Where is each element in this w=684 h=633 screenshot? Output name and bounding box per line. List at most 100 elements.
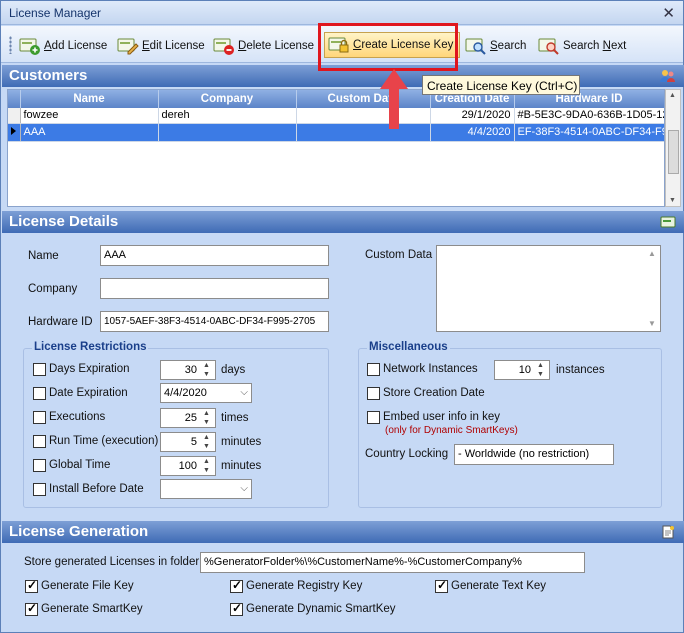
scroll-thumb[interactable]	[668, 130, 679, 174]
store-creation-date-checkbox[interactable]	[367, 387, 380, 400]
delete-license-icon	[213, 37, 235, 55]
chevron-up-icon[interactable]: ▲	[648, 249, 656, 258]
highlight-box	[318, 23, 458, 71]
spinner-arrows-icon[interactable]: ▲ ▼	[533, 361, 548, 379]
table-row-selected[interactable]: AAA 4/4/2020 EF-38F3-4514-0ABC-DF34-F9	[8, 123, 664, 142]
network-instances-spinner[interactable]: 10 ▲ ▼	[494, 360, 550, 380]
details-icon	[660, 215, 676, 229]
chevron-down-icon[interactable]: ⌵	[240, 387, 248, 398]
folder-input[interactable]: %GeneratorFolder%\%CustomerName%-%Custom…	[200, 552, 585, 573]
scroll-down-icon[interactable]: ▼	[669, 197, 676, 204]
instances-unit-label: instances	[556, 364, 605, 376]
name-label: Name	[28, 250, 59, 262]
customers-scrollbar[interactable]: ▲ ▼	[665, 89, 681, 207]
custom-data-label: Custom Data	[365, 249, 433, 261]
country-locking-field[interactable]: - Worldwide (no restriction)	[454, 444, 614, 465]
spinner-arrows-icon[interactable]: ▲ ▼	[199, 433, 214, 451]
column-header-company[interactable]: Company	[158, 90, 297, 108]
delete-license-button[interactable]: Delete License	[213, 35, 314, 57]
hardware-id-input[interactable]: 1057-5AEF-38F3-4514-0ABC-DF34-F995-2705	[100, 311, 329, 332]
run-time-spinner[interactable]: 5 ▲ ▼	[160, 432, 216, 452]
folder-label: Store generated Licenses in folder:	[24, 556, 203, 568]
embed-user-info-label: Embed user info in key	[383, 411, 500, 423]
generate-text-key-label: Generate Text Key	[451, 580, 547, 592]
license-restrictions-title: License Restrictions	[32, 341, 149, 353]
search-next-button[interactable]: Search Next	[538, 35, 626, 57]
executions-label: Executions	[49, 411, 106, 423]
embed-user-info-note: (only for Dynamic SmartKeys)	[385, 425, 518, 436]
generate-file-key-label: Generate File Key	[41, 580, 134, 592]
license-generation-header: License Generation	[2, 521, 684, 543]
document-icon	[660, 525, 676, 539]
global-time-label: Global Time	[49, 459, 111, 471]
generate-smartkey-label: Generate SmartKey	[41, 603, 143, 615]
license-details-header: License Details	[2, 211, 684, 233]
embed-user-info-checkbox[interactable]	[367, 411, 380, 424]
title-bar: License Manager ✕	[1, 1, 683, 25]
generate-registry-key-label: Generate Registry Key	[246, 580, 363, 592]
global-time-spinner[interactable]: 100 ▲ ▼	[160, 456, 216, 476]
table-row[interactable]: fowzee dereh 29/1/2020 #B-5E3C-9DA0-636B…	[8, 108, 664, 124]
run-time-label: Run Time (execution)	[49, 435, 159, 447]
scroll-up-icon[interactable]: ▲	[669, 92, 676, 99]
global-time-checkbox[interactable]	[33, 459, 46, 472]
days-expiration-spinner[interactable]: 30 ▲ ▼	[160, 360, 216, 380]
column-header-name[interactable]: Name	[20, 90, 159, 108]
days-expiration-label: Days Expiration	[49, 363, 130, 375]
generate-dynamic-smartkey-checkbox[interactable]	[230, 601, 243, 616]
toolbar-grip[interactable]	[9, 36, 12, 54]
executions-checkbox[interactable]	[33, 411, 46, 424]
store-creation-date-label: Store Creation Date	[383, 387, 485, 399]
users-icon	[660, 69, 676, 83]
edit-license-button[interactable]: Edit License	[117, 35, 205, 57]
generate-text-key-checkbox[interactable]	[435, 578, 448, 593]
name-input[interactable]: AAA	[100, 245, 329, 266]
column-header-custom-data[interactable]: Custom Data	[296, 90, 431, 108]
red-arrow-icon	[380, 69, 408, 129]
search-button[interactable]: Search	[465, 35, 526, 57]
grid-corner	[8, 90, 21, 108]
date-expiration-label: Date Expiration	[49, 387, 128, 399]
spinner-arrows-icon[interactable]: ▲ ▼	[199, 361, 214, 379]
company-label: Company	[28, 283, 78, 295]
run-time-checkbox[interactable]	[33, 435, 46, 448]
chevron-down-icon[interactable]: ⌵	[240, 483, 248, 494]
create-license-key-tooltip: Create License Key (Ctrl+C)	[422, 75, 580, 95]
company-input[interactable]	[100, 278, 329, 299]
generate-registry-key-checkbox[interactable]	[230, 578, 243, 593]
chevron-down-icon[interactable]: ▼	[648, 319, 656, 328]
generate-dynamic-smartkey-label: Generate Dynamic SmartKey	[246, 603, 396, 615]
network-instances-checkbox[interactable]	[367, 363, 380, 376]
hardware-id-label: Hardware ID	[28, 316, 93, 328]
install-before-date-checkbox[interactable]	[33, 483, 46, 496]
days-expiration-checkbox[interactable]	[33, 363, 46, 376]
license-manager-window: License Manager ✕ Add License Edit Licen…	[0, 0, 684, 633]
spinner-arrows-icon[interactable]: ▲ ▼	[199, 409, 214, 427]
install-before-date-label: Install Before Date	[49, 483, 144, 495]
close-icon[interactable]: ✕	[662, 4, 675, 22]
days-unit-label: days	[221, 364, 246, 376]
install-before-date-picker[interactable]: ⌵	[160, 479, 252, 499]
search-icon	[465, 37, 487, 55]
global-time-unit-label: minutes	[221, 460, 262, 472]
custom-data-textarea[interactable]: ▲ ▼	[436, 245, 661, 332]
search-next-icon	[538, 37, 560, 55]
generate-file-key-checkbox[interactable]	[25, 578, 38, 593]
date-expiration-checkbox[interactable]	[33, 387, 46, 400]
miscellaneous-title: Miscellaneous	[367, 341, 450, 353]
executions-unit-label: times	[221, 412, 249, 424]
custom-data-scrollbar[interactable]: ▲ ▼	[645, 247, 659, 330]
add-license-button[interactable]: Add License	[19, 35, 107, 57]
row-indicator-icon	[8, 123, 21, 142]
spinner-arrows-icon[interactable]: ▲ ▼	[199, 457, 214, 475]
add-license-icon	[19, 37, 41, 55]
edit-license-icon	[117, 37, 139, 55]
network-instances-label: Network Instances	[383, 363, 478, 375]
date-expiration-picker[interactable]: 4/4/2020 ⌵	[160, 383, 252, 403]
window-title: License Manager	[9, 6, 102, 20]
customers-grid[interactable]: Name Company Custom Data Creation Date H…	[7, 89, 665, 207]
country-locking-label: Country Locking	[365, 448, 449, 460]
run-time-unit-label: minutes	[221, 436, 262, 448]
generate-smartkey-checkbox[interactable]	[25, 601, 38, 616]
executions-spinner[interactable]: 25 ▲ ▼	[160, 408, 216, 428]
